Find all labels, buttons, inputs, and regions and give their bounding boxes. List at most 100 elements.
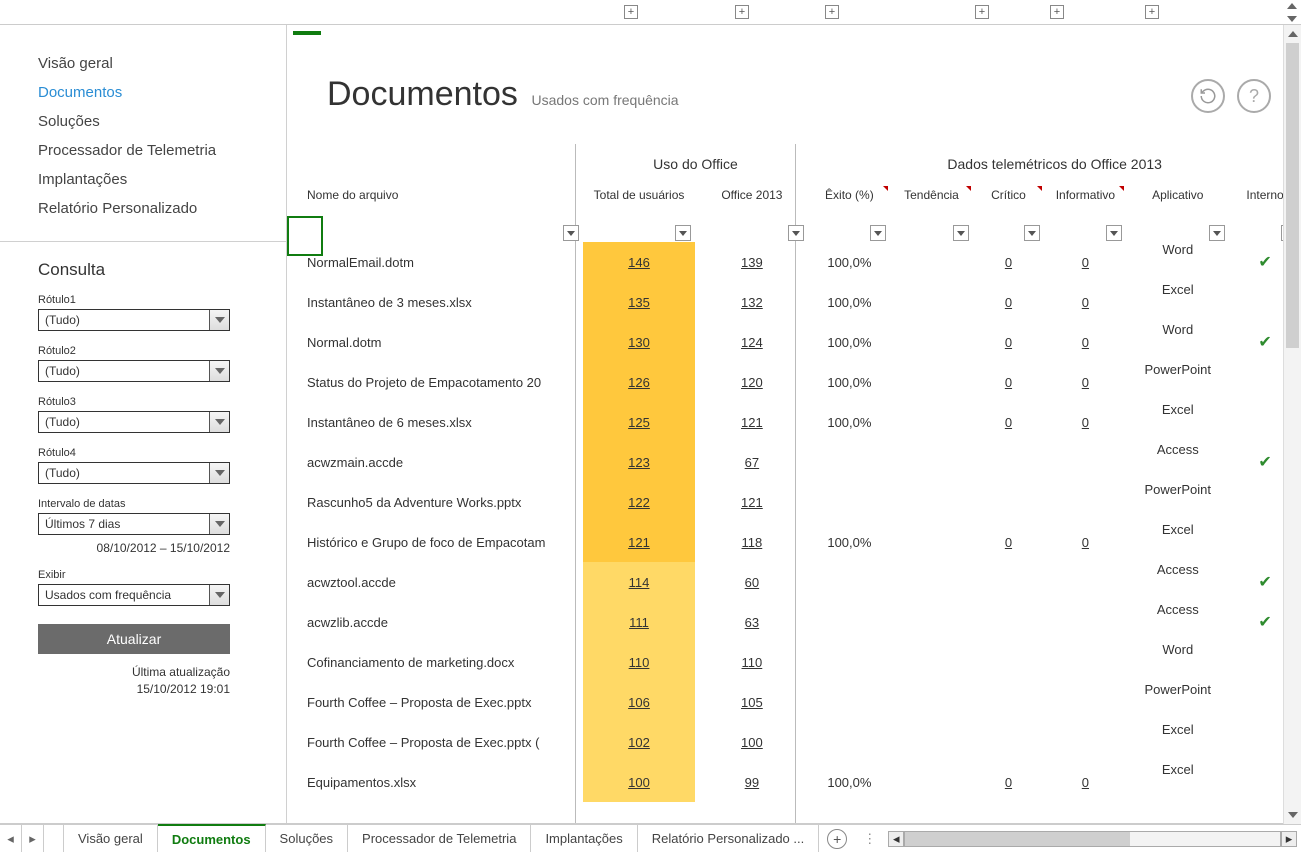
cell-office[interactable]: 60 (695, 562, 808, 602)
col-header-trend[interactable]: Tendência (890, 184, 972, 224)
sidebar-item-deploy[interactable]: Implantações (38, 165, 286, 194)
col-header-success[interactable]: Êxito (%) (808, 184, 890, 224)
cell-critical[interactable]: 0 (973, 322, 1045, 362)
filter-critical[interactable] (1024, 225, 1040, 241)
combo-rotulo2[interactable]: (Tudo) (38, 360, 230, 382)
combo-show[interactable]: Usados com frequência (38, 584, 230, 606)
cell-total[interactable]: 111 (583, 602, 696, 642)
cell-total[interactable]: 123 (583, 442, 696, 482)
cell-name[interactable]: Histórico e Grupo de foco de Empacotam (287, 522, 583, 562)
cell-info[interactable] (1044, 722, 1126, 762)
outline-expand-2[interactable]: + (735, 5, 749, 19)
hscroll-right[interactable]: ▸ (1281, 831, 1297, 847)
cell-critical[interactable]: 0 (973, 282, 1045, 322)
sidebar-item-overview[interactable]: Visão geral (38, 49, 286, 78)
cell-critical[interactable]: 0 (973, 762, 1045, 802)
cell-office[interactable]: 118 (695, 522, 808, 562)
cell-name[interactable]: Instantâneo de 3 meses.xlsx (287, 282, 583, 322)
outline-expand-5[interactable]: + (1050, 5, 1064, 19)
cell-total[interactable]: 114 (583, 562, 696, 602)
cell-office[interactable]: 124 (695, 322, 808, 362)
cell-critical[interactable] (973, 642, 1045, 682)
sidebar-item-documents[interactable]: Documentos (38, 78, 286, 107)
scroll-down-button[interactable] (1284, 806, 1301, 824)
cell-office[interactable]: 63 (695, 602, 808, 642)
cell-office[interactable]: 120 (695, 362, 808, 402)
cell-office[interactable]: 67 (695, 442, 808, 482)
refresh-icon[interactable] (1191, 79, 1225, 113)
tab-nav-prev[interactable]: ◂ (0, 825, 22, 852)
cell-critical[interactable] (973, 482, 1045, 522)
cell-name[interactable]: Normal.dotm (287, 322, 583, 362)
cell-info[interactable]: 0 (1044, 522, 1126, 562)
cell-office[interactable]: 99 (695, 762, 808, 802)
outline-level-up[interactable] (1283, 0, 1301, 13)
col-header-app[interactable]: Aplicativo (1126, 184, 1229, 224)
sidebar-item-solutions[interactable]: Soluções (38, 107, 286, 136)
cell-name[interactable]: acwzlib.accde (287, 602, 583, 642)
sidebar-item-report[interactable]: Relatório Personalizado (38, 194, 286, 223)
filter-office[interactable] (788, 225, 804, 241)
cell-office[interactable]: 121 (695, 482, 808, 522)
cell-total[interactable]: 122 (583, 482, 696, 522)
combo-rotulo3[interactable]: (Tudo) (38, 411, 230, 433)
filter-name[interactable] (563, 225, 579, 241)
outline-expand-4[interactable]: + (975, 5, 989, 19)
col-header-critical[interactable]: Crítico (973, 184, 1045, 224)
new-sheet-button[interactable]: + (827, 829, 847, 849)
filter-total[interactable] (675, 225, 691, 241)
cell-critical[interactable]: 0 (973, 402, 1045, 442)
hscroll-left[interactable]: ◂ (888, 831, 904, 847)
cell-info[interactable]: 0 (1044, 282, 1126, 322)
cell-total[interactable]: 100 (583, 762, 696, 802)
tab-nav-next[interactable]: ▸ (22, 825, 44, 852)
cell-total[interactable]: 121 (583, 522, 696, 562)
tab-telemetry[interactable]: Processador de Telemetria (348, 824, 531, 852)
cell-office[interactable]: 132 (695, 282, 808, 322)
help-icon[interactable]: ? (1237, 79, 1271, 113)
col-header-name[interactable]: Nome do arquivo (287, 184, 583, 224)
cell-info[interactable] (1044, 482, 1126, 522)
cell-info[interactable]: 0 (1044, 362, 1126, 402)
cell-total[interactable]: 125 (583, 402, 696, 442)
cell-info[interactable]: 0 (1044, 242, 1126, 282)
cell-total[interactable]: 130 (583, 322, 696, 362)
cell-critical[interactable]: 0 (973, 522, 1045, 562)
filter-success[interactable] (870, 225, 886, 241)
cell-total[interactable]: 135 (583, 282, 696, 322)
cell-name[interactable]: acwztool.accde (287, 562, 583, 602)
sidebar-item-telemetry[interactable]: Processador de Telemetria (38, 136, 286, 165)
cell-critical[interactable] (973, 602, 1045, 642)
cell-critical[interactable] (973, 442, 1045, 482)
cell-total[interactable]: 146 (583, 242, 696, 282)
cell-info[interactable]: 0 (1044, 762, 1126, 802)
cell-name[interactable]: Cofinanciamento de marketing.docx (287, 642, 583, 682)
scroll-up-button[interactable] (1284, 25, 1301, 43)
tab-solutions[interactable]: Soluções (266, 824, 348, 852)
cell-name[interactable]: Instantâneo de 6 meses.xlsx (287, 402, 583, 442)
cell-total[interactable]: 126 (583, 362, 696, 402)
outline-expand-3[interactable]: + (825, 5, 839, 19)
cell-info[interactable]: 0 (1044, 322, 1126, 362)
cell-critical[interactable]: 0 (973, 362, 1045, 402)
cell-total[interactable]: 106 (583, 682, 696, 722)
cell-info[interactable]: 0 (1044, 402, 1126, 442)
cell-total[interactable]: 110 (583, 642, 696, 682)
col-header-info[interactable]: Informativo (1044, 184, 1126, 224)
col-header-total[interactable]: Total de usuários (583, 184, 696, 224)
update-button[interactable]: Atualizar (38, 624, 230, 654)
outline-expand-1[interactable]: + (624, 5, 638, 19)
cell-info[interactable] (1044, 562, 1126, 602)
cell-name[interactable]: Equipamentos.xlsx (287, 762, 583, 802)
cell-info[interactable] (1044, 442, 1126, 482)
tab-overflow-icon[interactable]: ⋮ (855, 825, 884, 852)
outline-level-down[interactable] (1283, 13, 1301, 26)
cell-total[interactable]: 102 (583, 722, 696, 762)
cell-critical[interactable] (973, 682, 1045, 722)
tab-deploy[interactable]: Implantações (531, 824, 637, 852)
combo-rotulo1[interactable]: (Tudo) (38, 309, 230, 331)
cell-office[interactable]: 105 (695, 682, 808, 722)
filter-trend[interactable] (953, 225, 969, 241)
cell-office[interactable]: 110 (695, 642, 808, 682)
vertical-scrollbar[interactable] (1283, 25, 1301, 824)
